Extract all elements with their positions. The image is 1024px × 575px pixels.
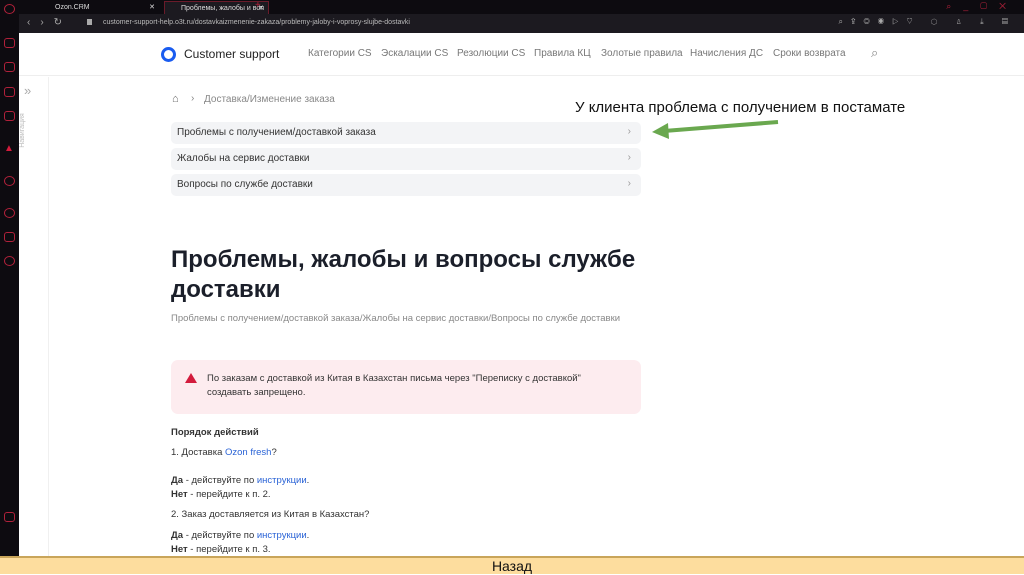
nav-rules[interactable]: Правила КЦ [534, 48, 591, 59]
row-label: Вопросы по службе доставки [177, 179, 313, 190]
chevron-right-icon: › [627, 178, 631, 189]
step-1-yes: Да - действуйте по инструкции. [171, 475, 309, 486]
tab-active[interactable]: Проблемы, жалобы и воп ✕ [164, 1, 269, 14]
nav-escalations[interactable]: Эскалации CS [381, 48, 448, 59]
tab-bar: Ozon.CRM ✕ Проблемы, жалобы и воп ✕ + ⌕_▢✕ [19, 0, 1024, 14]
address-bar: ‹›↻ customer-support-help.o3t.ru/dostavk… [19, 14, 1024, 33]
ozon-fresh-link[interactable]: Ozon fresh [225, 447, 271, 458]
sidebar-app-icon[interactable] [4, 62, 15, 72]
steps-heading: Порядок действий [171, 427, 259, 438]
nav-label: Навигация [18, 113, 26, 148]
yes-label: Да [171, 475, 184, 486]
site-header: Customer support Категории CS Эскалации … [19, 33, 1024, 76]
logo-icon[interactable] [161, 47, 176, 62]
chevron-right-icon: › [191, 93, 195, 104]
annotation-arrow-icon [652, 120, 779, 139]
sidebar-app-icon[interactable] [4, 512, 15, 522]
browser-sidebar: ▲ [0, 0, 19, 556]
tab-ozon-crm[interactable]: Ozon.CRM ✕ [39, 1, 159, 14]
step-text: ? [271, 447, 277, 458]
row-label: Жалобы на сервис доставки [177, 153, 310, 164]
instruction-link[interactable]: инструкции [257, 530, 307, 541]
flame-icon[interactable]: ▲ [4, 143, 15, 154]
list-item[interactable]: Проблемы с получением/доставкой заказа › [171, 122, 641, 144]
step-2-no: Нет - перейдите к п. 3. [171, 544, 271, 555]
nav-buttons[interactable]: ‹›↻ [27, 17, 72, 28]
list-item[interactable]: Вопросы по службе доставки › [171, 174, 641, 196]
expand-nav-icon[interactable]: » [24, 83, 31, 98]
opera-logo-icon[interactable] [4, 4, 15, 14]
step-text: 1. Доставка [171, 447, 225, 458]
nav-resolutions[interactable]: Резолюции CS [457, 48, 525, 59]
breadcrumb[interactable]: Доставка/Изменение заказа [204, 94, 335, 105]
page-title: Проблемы, жалобы и вопросы службе достав… [171, 246, 636, 303]
nav-return-terms[interactable]: Сроки возврата [773, 48, 846, 59]
sidebar-app-icon[interactable] [4, 38, 15, 48]
alert-text: По заказам с доставкой из Китая в Казахс… [207, 373, 581, 398]
tab-label: Проблемы, жалобы и воп [181, 5, 265, 12]
back-button[interactable]: Назад [0, 556, 1024, 574]
chevron-right-icon: › [627, 152, 631, 163]
page-subtitle: Проблемы с получением/доставкой заказа/Ж… [171, 313, 621, 324]
home-icon[interactable]: ⌂ [172, 93, 179, 105]
step-text: . [306, 530, 310, 541]
row-label: Проблемы с получением/доставкой заказа [177, 127, 376, 138]
step-1: 1. Доставка Ozon fresh? [171, 447, 277, 458]
step-text: - действуйте по [183, 475, 257, 486]
no-label: Нет [171, 544, 188, 555]
nav-categories[interactable]: Категории CS [308, 48, 372, 59]
settings-icon[interactable] [4, 256, 15, 266]
warning-alert: По заказам с доставкой из Китая в Казахс… [171, 360, 641, 414]
warning-icon [185, 373, 197, 383]
step-text: - перейдите к п. 3. [187, 544, 271, 555]
nav-strip: » Навигация [19, 77, 49, 556]
url-field[interactable]: customer-support-help.o3t.ru/dostavkaizm… [103, 19, 410, 26]
search-icon[interactable]: ⌕ [871, 45, 878, 61]
sidebar-app-icon[interactable] [4, 111, 15, 121]
step-text: - действуйте по [183, 530, 257, 541]
player-icon[interactable] [4, 176, 15, 186]
history-icon[interactable] [4, 208, 15, 218]
nav-golden-rules[interactable]: Золотые правила [601, 48, 683, 59]
window-controls[interactable]: ⌕_▢✕ [946, 1, 1018, 12]
instruction-link[interactable]: инструкции [257, 475, 307, 486]
twitch-icon[interactable] [4, 87, 15, 97]
back-label: Назад [491, 558, 533, 574]
step-text: . [306, 475, 310, 486]
yes-label: Да [171, 530, 184, 541]
toolbar-icons[interactable]: ⌕⇪◎◉▷♡ ⬡ ♙ ⤓ ▤ [838, 17, 1016, 27]
close-icon[interactable]: ✕ [149, 3, 155, 11]
chevron-right-icon: › [627, 126, 631, 137]
step-text: - перейдите к п. 2. [187, 489, 271, 500]
list-item[interactable]: Жалобы на сервис доставки › [171, 148, 641, 170]
step-2-yes: Да - действуйте по инструкции. [171, 530, 309, 541]
no-label: Нет [171, 489, 188, 500]
step-1-no: Нет - перейдите к п. 2. [171, 489, 271, 500]
nav-accruals[interactable]: Начисления ДС [690, 48, 763, 59]
brand-name[interactable]: Customer support [184, 47, 279, 61]
step-2: 2. Заказ доставляется из Китая в Казахст… [171, 509, 370, 520]
tab-label: Ozon.CRM [55, 4, 90, 11]
cube-icon[interactable] [4, 232, 15, 242]
lock-icon [87, 19, 92, 25]
new-tab-icon[interactable]: + [255, 0, 261, 11]
